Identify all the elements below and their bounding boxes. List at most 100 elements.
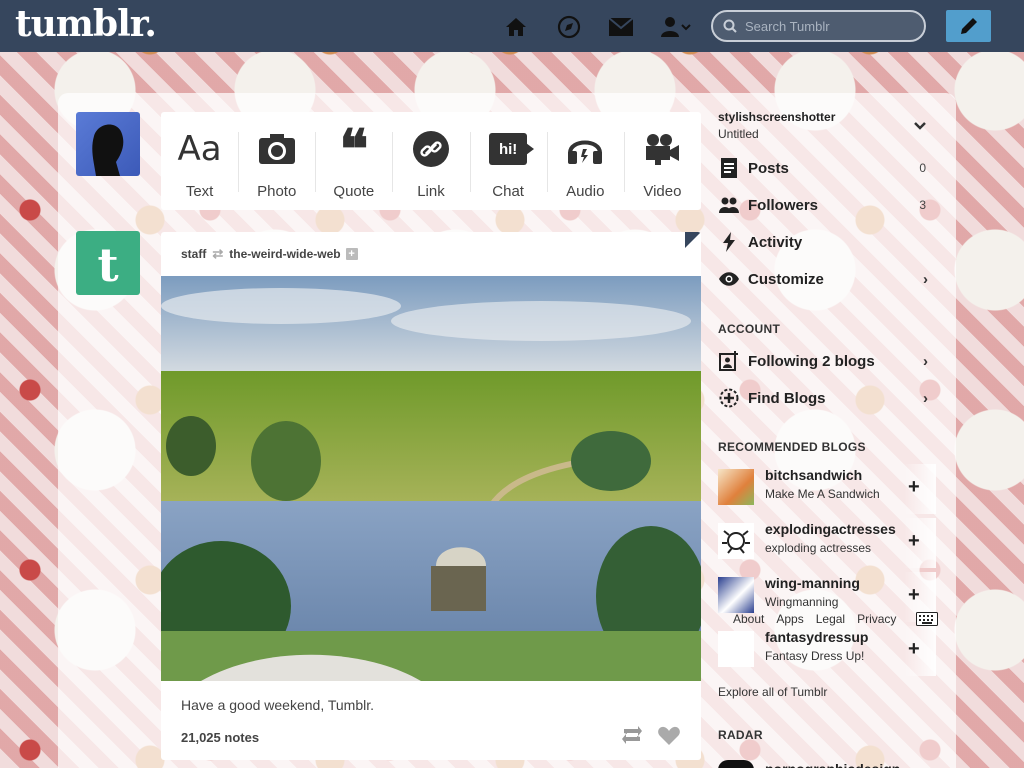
recommended-blog[interactable]: fantasydressup Fantasy Dress Up! + <box>718 626 936 676</box>
headphones-icon <box>566 129 604 169</box>
blog-name: fantasydressup <box>765 629 869 645</box>
follow-plus-icon[interactable]: + <box>345 248 358 260</box>
sidebar-item-label: Customize <box>748 270 824 288</box>
eye-icon <box>718 268 740 290</box>
footer-link-legal[interactable]: Legal <box>816 612 845 626</box>
post-type-text[interactable]: Aa Text <box>161 112 238 210</box>
following-icon <box>718 350 740 372</box>
follow-plus-icon[interactable]: + <box>908 530 920 553</box>
recommended-blog[interactable]: explodingactresses exploding actresses + <box>718 518 936 568</box>
blog-avatar <box>718 469 754 505</box>
chevron-right-icon: › <box>923 270 928 288</box>
post-type-photo[interactable]: Photo <box>238 112 315 210</box>
explore-link[interactable]: Explore all of Tumblr <box>718 685 827 699</box>
radar-heading: RADAR <box>718 728 763 742</box>
chat-icon: hi! <box>489 129 535 169</box>
blog-title: Fantasy Dress Up! <box>765 649 865 663</box>
posts-icon <box>718 157 740 179</box>
post-notes-count[interactable]: 21,025 notes <box>181 730 259 745</box>
post-corner-fold <box>685 232 701 248</box>
sidebar-item-following[interactable]: Following 2 blogs › <box>718 346 936 376</box>
reblog-icon[interactable] <box>621 725 643 750</box>
footer-link-privacy[interactable]: Privacy <box>857 612 896 626</box>
blog-avatar <box>718 523 754 559</box>
tumblr-logo[interactable]: tumblr. <box>15 3 157 45</box>
inbox-icon[interactable] <box>608 14 634 40</box>
follow-plus-icon[interactable]: + <box>908 476 920 499</box>
post-type-label: Quote <box>333 183 375 200</box>
activity-icon <box>718 231 740 253</box>
sidebar-item-label: Activity <box>748 233 803 251</box>
follow-plus-icon[interactable]: + <box>908 638 920 661</box>
explore-icon[interactable] <box>556 14 582 40</box>
post-card: staff ⇄ the-weird-wide-web + Have a good… <box>161 232 701 760</box>
post-type-label: Audio <box>566 183 605 200</box>
post-type-link[interactable]: Link <box>392 112 469 210</box>
blog-name: bitchsandwich <box>765 467 863 483</box>
recommended-blog[interactable]: bitchsandwich Make Me A Sandwich + <box>718 464 936 514</box>
blog-name[interactable]: stylishscreenshotter <box>718 110 835 124</box>
post-author-link[interactable]: staff <box>181 247 206 261</box>
post-type-label: Video <box>643 183 682 200</box>
post-type-label: Photo <box>257 183 297 200</box>
posts-count: 0 <box>919 161 926 175</box>
post-photo[interactable] <box>161 276 701 681</box>
sidebar-item-label: Following 2 blogs <box>748 352 875 370</box>
footer-link-about[interactable]: About <box>733 612 764 626</box>
home-icon[interactable] <box>503 14 529 40</box>
post-type-quote[interactable]: ❝ Quote <box>315 112 392 210</box>
svg-text:t: t <box>97 238 119 292</box>
followers-count: 3 <box>919 198 926 212</box>
account-icon[interactable] <box>661 14 691 40</box>
user-avatar[interactable] <box>76 112 140 176</box>
sidebar-item-customize[interactable]: Customize › <box>718 264 936 294</box>
sidebar-item-label: Posts <box>748 159 789 177</box>
sidebar-item-posts[interactable]: Posts 0 <box>718 153 936 183</box>
follow-plus-icon[interactable]: + <box>908 584 920 607</box>
radar-blog-name[interactable]: pornographicdesign <box>765 759 900 768</box>
camera-icon <box>258 129 296 169</box>
sidebar-item-followers[interactable]: Followers 3 <box>718 190 936 220</box>
staff-avatar[interactable]: t <box>76 231 140 295</box>
sidebar-item-label: Find Blogs <box>748 389 826 407</box>
post-type-label: Link <box>417 183 445 200</box>
top-navigation-bar: tumblr. <box>0 0 1024 52</box>
quote-icon: ❝ <box>339 117 369 181</box>
like-heart-icon[interactable] <box>658 726 680 750</box>
link-icon <box>412 129 449 169</box>
post-caption: Have a good weekend, Tumblr. <box>181 697 375 713</box>
sidebar-item-label: Followers <box>748 196 819 214</box>
blog-title: Make Me A Sandwich <box>765 487 880 501</box>
chevron-right-icon: › <box>923 389 928 407</box>
radar-blog-avatar[interactable] <box>718 760 754 768</box>
post-type-bar: Aa Text Photo ❝ Quote Link hi! Chat Audi… <box>161 112 701 210</box>
blog-avatar <box>718 631 754 667</box>
post-header: staff ⇄ the-weird-wide-web + <box>161 232 701 276</box>
post-type-label: Text <box>185 183 214 200</box>
search-box[interactable] <box>711 10 926 42</box>
keyboard-shortcuts-icon[interactable] <box>916 612 938 631</box>
post-type-video[interactable]: Video <box>623 112 701 210</box>
search-input[interactable] <box>745 18 915 34</box>
text-icon: Aa <box>177 129 222 169</box>
blog-title: Wingmanning <box>765 595 839 609</box>
compose-button[interactable] <box>946 10 991 42</box>
account-heading: ACCOUNT <box>718 322 781 336</box>
post-type-label: Chat <box>492 183 524 200</box>
search-icon <box>723 19 737 33</box>
followers-icon <box>718 194 740 216</box>
sidebar-item-activity[interactable]: Activity <box>718 227 936 257</box>
sidebar-item-find-blogs[interactable]: Find Blogs › <box>718 383 936 413</box>
footer-link-apps[interactable]: Apps <box>776 612 803 626</box>
reblog-source-link[interactable]: the-weird-wide-web <box>229 247 340 261</box>
post-type-chat[interactable]: hi! Chat <box>469 112 547 210</box>
video-camera-icon <box>643 129 681 169</box>
reblog-arrow-icon: ⇄ <box>212 246 224 261</box>
blog-name: wing-manning <box>765 575 860 591</box>
find-blogs-icon <box>718 387 740 409</box>
post-type-audio[interactable]: Audio <box>546 112 624 210</box>
blog-name: explodingactresses <box>765 521 896 537</box>
blog-avatar <box>718 577 754 613</box>
blog-title: Untitled <box>718 127 759 141</box>
chevron-down-icon[interactable] <box>914 118 926 136</box>
